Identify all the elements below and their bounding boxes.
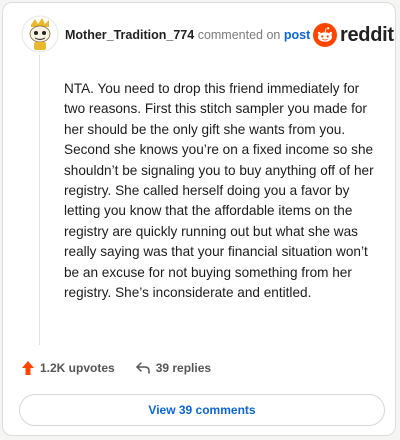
comment-body: NTA. You need to drop this friend immedi… <box>64 81 374 301</box>
reddit-logo[interactable]: reddit <box>313 23 394 47</box>
thread-line <box>39 55 40 345</box>
reddit-logo-icon <box>313 23 337 47</box>
username[interactable]: Mother_Tradition_774 <box>65 28 194 42</box>
reddit-wordmark: reddit <box>340 23 394 46</box>
view-comments-button[interactable]: View 39 comments <box>19 394 385 426</box>
comment-footer: 1.2K upvotes 39 replies <box>21 360 211 376</box>
avatar-snoo-icon <box>21 15 59 53</box>
upvote-count: 1.2K upvotes <box>40 361 115 375</box>
reply-arrow-icon <box>135 362 150 374</box>
replies-button[interactable]: 39 replies <box>135 361 211 375</box>
upvote-arrow-icon <box>22 361 34 375</box>
post-link[interactable]: post <box>284 28 310 42</box>
comment-card: Mother_Tradition_774 commented on post r… <box>2 2 396 436</box>
comment-header: Mother_Tradition_774 commented on post <box>65 28 310 42</box>
replies-count: 39 replies <box>155 361 212 375</box>
action-text: commented on <box>197 28 281 42</box>
avatar[interactable] <box>21 15 59 53</box>
upvote-button[interactable]: 1.2K upvotes <box>21 360 115 376</box>
